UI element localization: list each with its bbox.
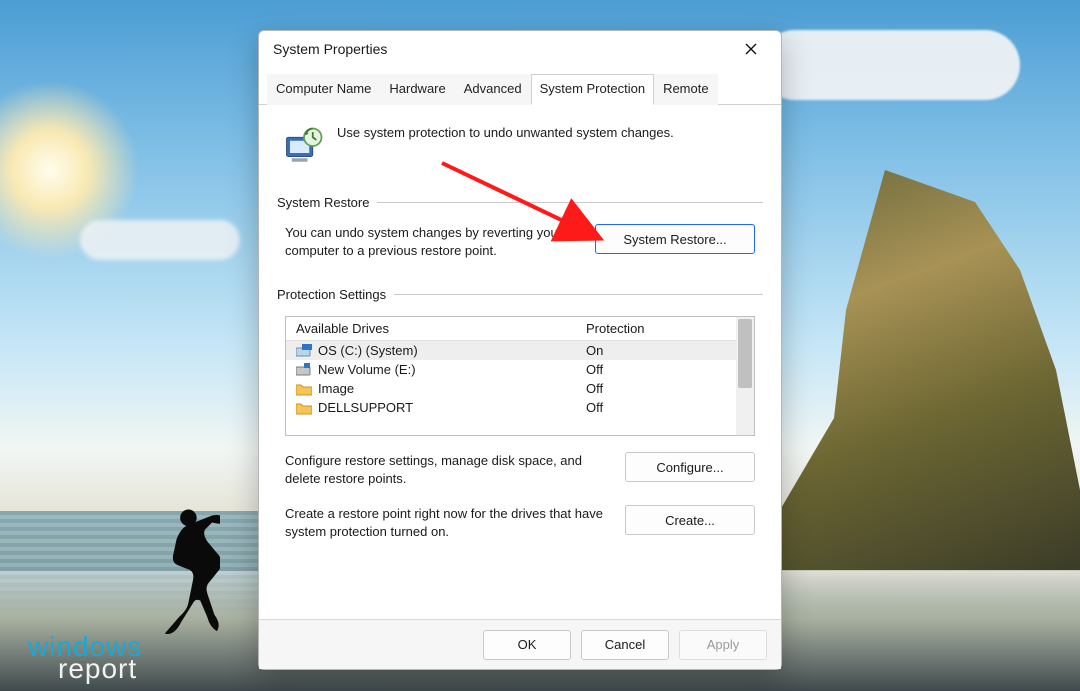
drive-row[interactable]: Image Off (286, 379, 736, 398)
group-system-restore: System Restore You can undo system chang… (277, 195, 763, 259)
folder-icon (296, 401, 312, 415)
tab-system-protection[interactable]: System Protection (531, 74, 655, 105)
create-button[interactable]: Create... (625, 505, 755, 535)
group-label-protection: Protection Settings (277, 287, 386, 302)
scrollbar[interactable] (736, 317, 754, 435)
tab-content: Use system protection to undo unwanted s… (259, 105, 781, 619)
system-properties-dialog: System Properties Computer Name Hardware… (258, 30, 782, 670)
apply-button[interactable]: Apply (679, 630, 767, 660)
tab-hardware[interactable]: Hardware (380, 74, 454, 105)
drive-protection: Off (586, 381, 726, 396)
tab-computer-name[interactable]: Computer Name (267, 74, 380, 105)
drive-protection: Off (586, 362, 726, 377)
drive-row[interactable]: DELLSUPPORT Off (286, 398, 736, 417)
divider (394, 294, 763, 295)
drive-name: Image (318, 381, 354, 396)
watermark-line2: report (58, 655, 142, 683)
drive-name: OS (C:) (System) (318, 343, 418, 358)
system-restore-button[interactable]: System Restore... (595, 224, 755, 254)
drive-name: DELLSUPPORT (318, 400, 413, 415)
drive-protection: Off (586, 400, 726, 415)
col-drives: Available Drives (296, 321, 586, 336)
intro-text: Use system protection to undo unwanted s… (337, 125, 674, 140)
drive-row[interactable]: New Volume (E:) Off (286, 360, 736, 379)
intro-row: Use system protection to undo unwanted s… (277, 117, 763, 189)
drives-header: Available Drives Protection (286, 317, 736, 341)
dialog-footer: OK Cancel Apply (259, 619, 781, 669)
tab-advanced[interactable]: Advanced (455, 74, 531, 105)
drive-name: New Volume (E:) (318, 362, 416, 377)
group-label-restore: System Restore (277, 195, 369, 210)
configure-text: Configure restore settings, manage disk … (285, 452, 611, 487)
tab-row: Computer Name Hardware Advanced System P… (259, 73, 781, 105)
disk-icon (296, 363, 312, 377)
col-protection: Protection (586, 321, 726, 336)
runner-silhouette (145, 506, 220, 636)
watermark: windows report (28, 633, 142, 683)
create-text: Create a restore point right now for the… (285, 505, 611, 540)
ok-button[interactable]: OK (483, 630, 571, 660)
drive-protection: On (586, 343, 726, 358)
divider (377, 202, 763, 203)
cancel-button[interactable]: Cancel (581, 630, 669, 660)
drive-row[interactable]: OS (C:) (System) On (286, 341, 736, 360)
tab-remote[interactable]: Remote (654, 74, 718, 105)
dialog-title: System Properties (273, 41, 731, 57)
scrollbar-thumb[interactable] (738, 319, 752, 387)
disk-system-icon (296, 344, 312, 358)
configure-button[interactable]: Configure... (625, 452, 755, 482)
close-button[interactable] (731, 35, 771, 63)
folder-icon (296, 382, 312, 396)
system-protection-icon (283, 125, 325, 167)
group-protection-settings: Protection Settings Available Drives Pro… (277, 287, 763, 540)
restore-text: You can undo system changes by reverting… (285, 224, 581, 259)
titlebar[interactable]: System Properties (259, 31, 781, 67)
close-icon (744, 42, 758, 56)
drives-listbox[interactable]: Available Drives Protection OS (C:) (Sys… (285, 316, 755, 436)
